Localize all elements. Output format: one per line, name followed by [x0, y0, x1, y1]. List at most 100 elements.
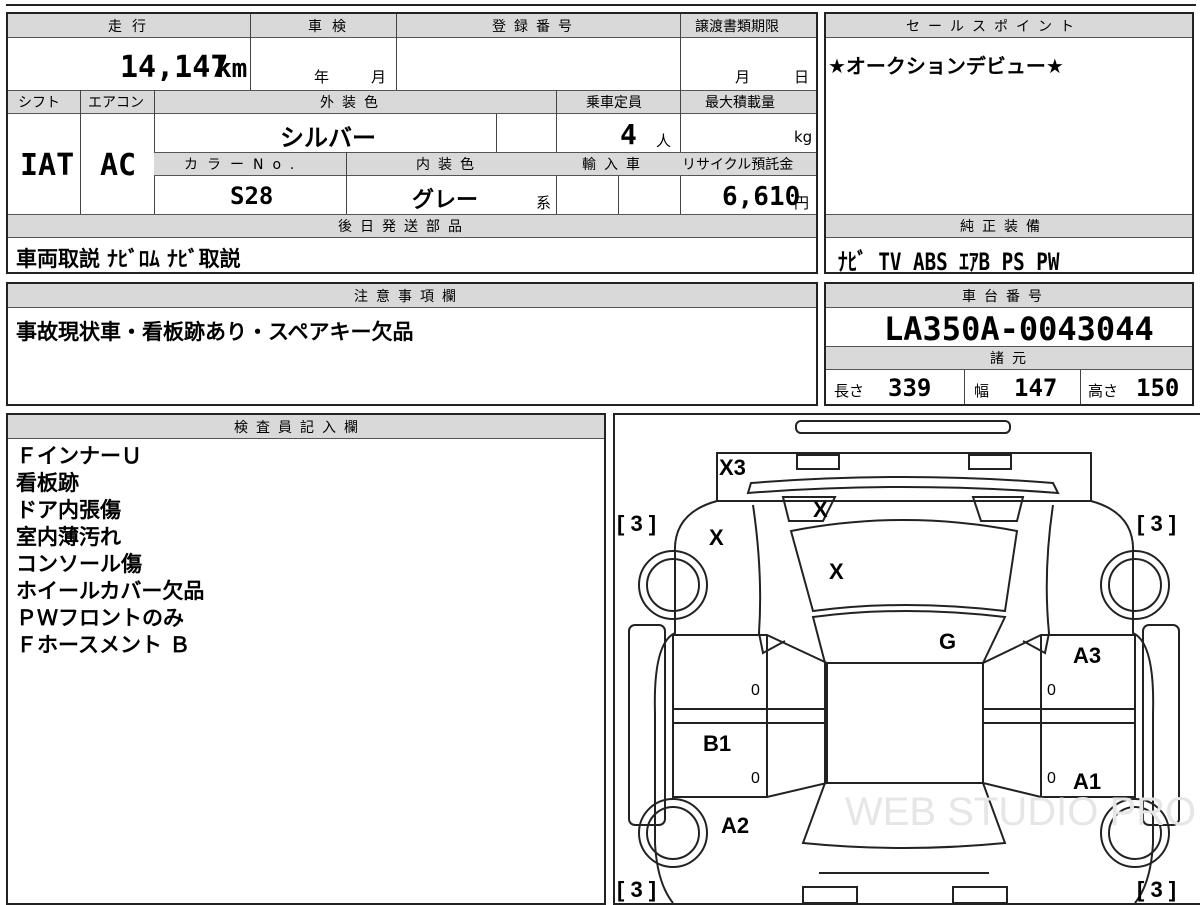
mark-front-door-right: A3 — [1073, 643, 1101, 668]
front-bumper — [795, 420, 1011, 434]
tire-rear-right: [ 3 ] — [1137, 877, 1176, 902]
headlight-right — [968, 454, 1012, 470]
sales-point-box: セールスポイント ★オークションデビュー★ 純正装備 ﾅﾋﾞ TV ABS ｴｱ… — [824, 12, 1194, 276]
mark-rear-left: A2 — [721, 813, 749, 838]
sales-point-value: ★オークションデビュー★ — [828, 54, 1064, 78]
car-diagram: WEB STUDIO PRO [ 3 ] [ 3 ] [ 3 ] [ 3 ] 0… — [617, 420, 1196, 903]
a-pillar-right — [1022, 504, 1054, 655]
mark-windshield: X — [829, 559, 844, 584]
inspection-month-unit: 月 — [371, 68, 387, 86]
registration-label: 登録番号 — [492, 19, 580, 35]
wheel-front-left — [638, 550, 708, 620]
zero-mark: 0 — [751, 682, 760, 699]
color-no-label: カラーNo. — [184, 157, 304, 173]
rear-door-left — [672, 722, 828, 798]
interior-color-label: 内装色 — [416, 157, 482, 173]
mark-front-top: X3 — [719, 455, 746, 480]
sales-point-label: セールスポイント — [906, 19, 1082, 35]
mark-roof-right: G — [939, 629, 956, 654]
height-value: 150 — [1136, 374, 1180, 402]
zero-mark: 0 — [751, 770, 760, 787]
specs-label: 諸元 — [990, 351, 1034, 367]
mark-rear-door-right: A1 — [1073, 769, 1101, 794]
exterior-color-label: 外装色 — [320, 95, 386, 111]
watermark: WEB STUDIO PRO — [845, 790, 1196, 834]
roof — [824, 662, 984, 784]
transfer-deadline-label: 譲渡書類期限 — [695, 19, 779, 35]
caution-box: 注意事項欄 事故現状車・看板跡あり・スペアキー欠品 — [6, 282, 818, 406]
mark-hood-left: X — [709, 525, 724, 550]
inspector-note: ドア内張傷 — [16, 498, 121, 522]
mileage-value: 14,147 — [120, 50, 229, 85]
chassis-box: 車台番号 LA350A-0043044 諸元 長さ 339 幅 147 高さ 1… — [824, 282, 1194, 406]
front-door-right — [982, 634, 1136, 710]
windshield — [789, 519, 1019, 613]
inspector-note: ＦインナーＵ — [16, 444, 142, 468]
inspector-note: Ｆホースメント Ｂ — [16, 633, 191, 657]
inspector-note: 室内薄汚れ — [16, 525, 121, 549]
inspector-label: 検査員記入欄 — [234, 420, 366, 436]
chassis-number: LA350A-0043044 — [884, 310, 1154, 348]
capacity-unit: 人 — [656, 132, 672, 150]
vehicle-info-table: 走行 車検 登録番号 譲渡書類期限 14,147 km 年 月 月 日 シフト … — [6, 12, 818, 274]
mileage-unit: km — [216, 54, 248, 84]
inspection-label: 車検 — [308, 19, 356, 35]
zero-mark: 0 — [1047, 682, 1056, 699]
car-diagram-box: WEB STUDIO PRO [ 3 ] [ 3 ] [ 3 ] [ 3 ] 0… — [613, 413, 1200, 905]
later-parts-value: 車両取説 ﾅﾋﾞﾛﾑ ﾅﾋﾞ取説 — [16, 247, 241, 271]
tire-rear-left: [ 3 ] — [617, 877, 656, 902]
wheel-rear-left — [638, 798, 708, 868]
headlight-left — [796, 454, 840, 470]
length-label: 長さ — [834, 382, 865, 400]
wheel-front-right — [1100, 550, 1170, 620]
ac-label: エアコン — [88, 95, 144, 111]
hood-lip — [746, 476, 1060, 495]
import-label: 輸入車 — [582, 157, 648, 173]
mileage-label: 走行 — [108, 19, 156, 35]
recycle-unit: 円 — [794, 194, 810, 212]
max-load-label: 最大積載量 — [705, 95, 775, 111]
inspector-box: 検査員記入欄 ＦインナーＵ 看板跡 ドア内張傷 室内薄汚れ コンソール傷 ホイー… — [6, 413, 606, 905]
a-pillar-left — [752, 504, 786, 655]
zero-mark: 0 — [1047, 770, 1056, 787]
ac-value: AC — [100, 148, 137, 183]
height-label: 高さ — [1088, 382, 1119, 400]
shift-label: シフト — [18, 95, 60, 111]
top-edge-line — [6, 4, 1196, 6]
transfer-month-unit: 月 — [735, 68, 751, 86]
chassis-label: 車台番号 — [962, 289, 1050, 305]
equipment-label: 純正装備 — [960, 219, 1048, 235]
inspector-note: 看板跡 — [16, 471, 79, 495]
inspector-note: ホイールカバー欠品 — [16, 579, 205, 603]
width-label: 幅 — [974, 382, 990, 400]
length-value: 339 — [888, 374, 932, 402]
tire-front-right: [ 3 ] — [1137, 511, 1176, 536]
inspector-note: コンソール傷 — [16, 552, 142, 576]
mark-rear-door-left: B1 — [703, 731, 731, 756]
capacity-value: 4 — [620, 118, 637, 151]
taillight-right — [952, 886, 1008, 903]
rear-door-right — [982, 722, 1136, 798]
transfer-day-unit: 日 — [794, 68, 810, 86]
exterior-color-value: シルバー — [280, 124, 376, 152]
max-load-unit: kg — [794, 128, 813, 146]
shift-value: IAT — [20, 148, 75, 183]
equipment-value: ﾅﾋﾞ TV ABS ｴｱB PS PW — [838, 248, 1060, 276]
door-divider-right — [982, 708, 1136, 724]
later-parts-label: 後日発送部品 — [338, 219, 470, 235]
front-door-left — [672, 634, 828, 710]
caution-value: 事故現状車・看板跡あり・スペアキー欠品 — [16, 320, 414, 344]
caution-label: 注意事項欄 — [354, 289, 464, 305]
color-no-value: S28 — [230, 182, 274, 210]
roof-front — [811, 610, 1007, 664]
taillight-left — [802, 886, 858, 903]
recycle-label: リサイクル預託金 — [682, 157, 794, 173]
inspector-note: ＰＷフロントのみ — [16, 606, 184, 630]
capacity-label: 乗車定員 — [586, 95, 642, 111]
mark-windshield-top: X — [813, 497, 828, 522]
door-divider-left — [672, 708, 828, 724]
tire-front-left: [ 3 ] — [617, 511, 656, 536]
inspector-notes: ＦインナーＵ 看板跡 ドア内張傷 室内薄汚れ コンソール傷 ホイールカバー欠品 … — [16, 443, 204, 659]
width-value: 147 — [1014, 374, 1058, 402]
interior-color-value: グレー — [412, 188, 479, 213]
